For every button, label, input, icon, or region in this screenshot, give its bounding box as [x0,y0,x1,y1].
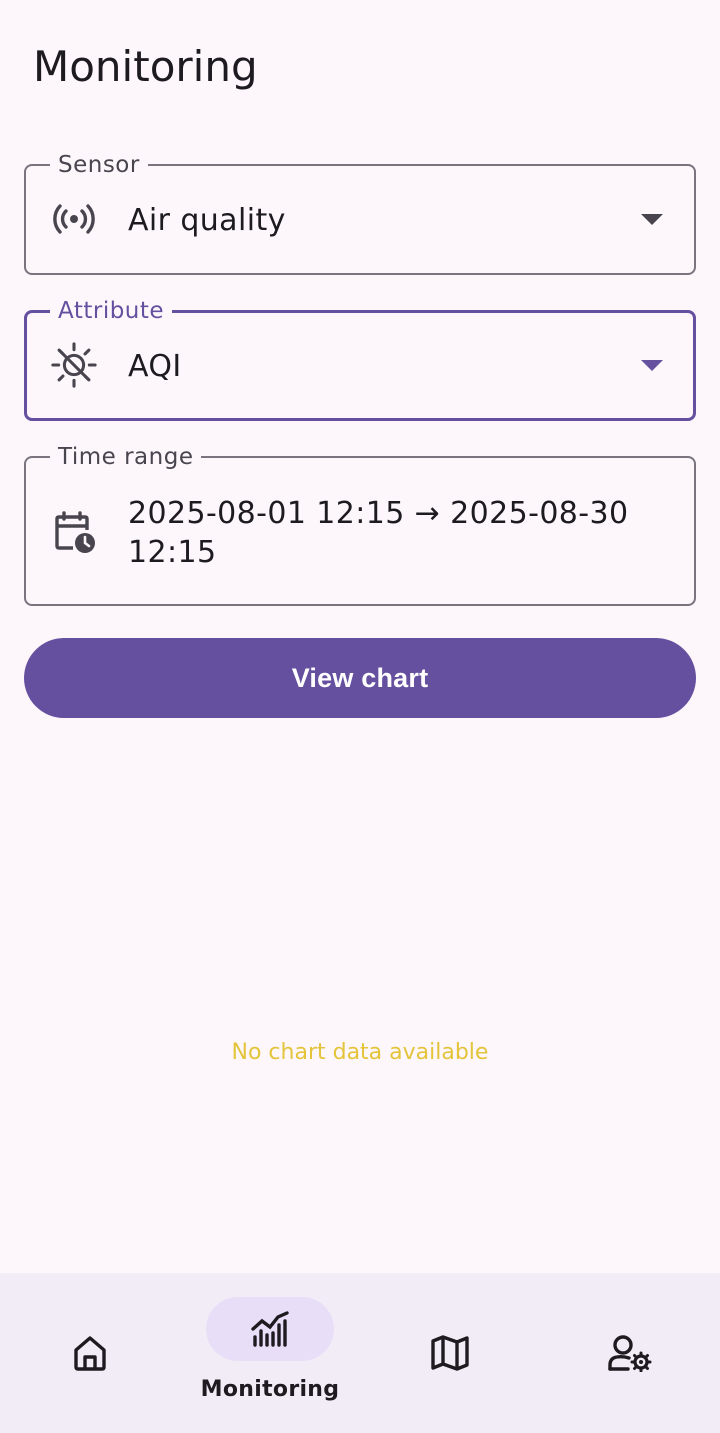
attribute-dropdown[interactable]: Attribute AQI [24,297,696,421]
user-settings-icon [566,1321,694,1385]
nav-label-monitoring: Monitoring [200,1377,340,1402]
map-icon [386,1321,514,1385]
sensor-dropdown[interactable]: Sensor Air quality [24,151,696,275]
time-range-field[interactable]: Time range 2025-08-01 12:15 → 2025-08-30… [24,443,696,606]
chart-empty-message: No chart data available [231,1040,489,1065]
home-icon [26,1321,154,1385]
time-range-start: 2025-08-01 12:15 → 2025-08-30 [128,496,629,531]
sensor-value: Air quality [128,203,286,238]
page-title: Monitoring [33,42,258,91]
nav-item-user-settings[interactable] [540,1273,720,1433]
calendar-clock-icon [50,508,98,556]
sensor-label: Sensor [50,151,148,179]
sensors-icon [50,195,98,243]
attribute-label: Attribute [50,297,173,325]
dropdown-arrow-icon [634,202,670,238]
time-range-label: Time range [50,443,202,471]
attribute-value: AQI [128,349,182,384]
view-chart-button[interactable]: View chart [24,638,696,718]
nav-item-monitoring[interactable]: Monitoring [180,1273,360,1433]
bottom-navigation: Monitoring [0,1273,720,1433]
nav-item-home[interactable] [0,1273,180,1433]
nav-item-map[interactable] [360,1273,540,1433]
dropdown-arrow-icon [634,348,670,384]
monitoring-screen: Monitoring Sensor Air quality Attribute [0,0,720,1433]
air-quality-icon [50,341,98,389]
chart-icon [206,1297,334,1361]
time-range-end: 12:15 [128,535,217,570]
